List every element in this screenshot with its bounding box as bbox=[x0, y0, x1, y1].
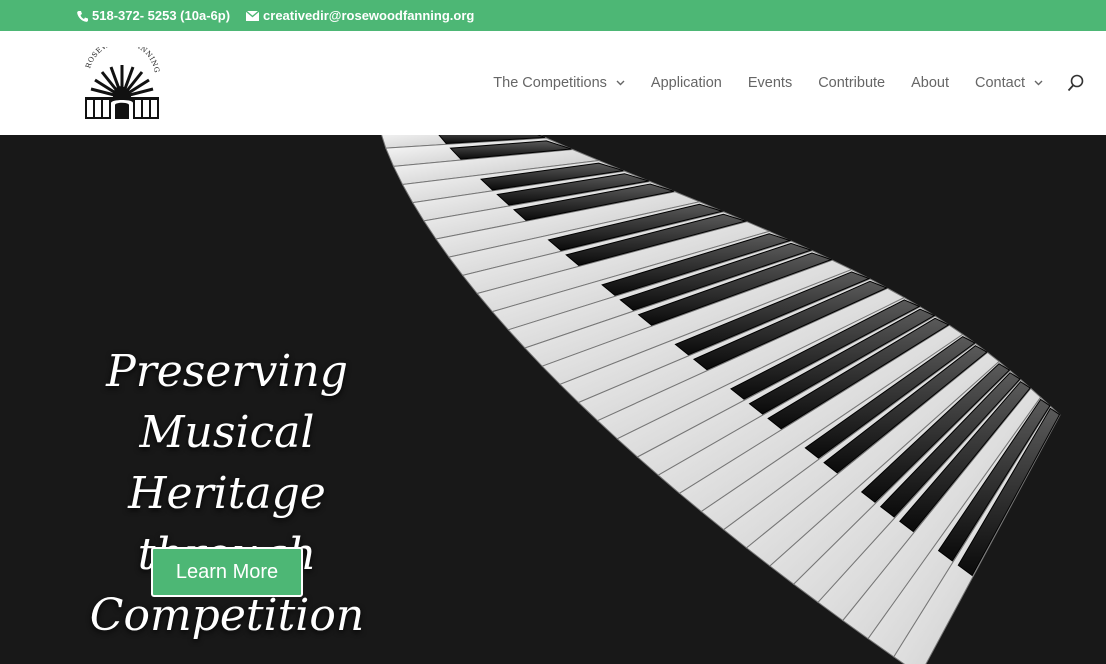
site-header: ROSEWOOD FANNING bbox=[0, 31, 1106, 135]
hero-title-line: Preserving Musical bbox=[106, 346, 348, 458]
phone-contact[interactable]: 518-372- 5253 (10a-6p) bbox=[77, 8, 230, 23]
nav-events[interactable]: Events bbox=[748, 75, 792, 91]
nav-events-label: Events bbox=[747, 75, 793, 91]
search-icon bbox=[1067, 74, 1084, 92]
chevron-down-icon bbox=[616, 80, 625, 86]
nav-contact[interactable]: Contact bbox=[975, 75, 1043, 91]
email-contact[interactable]: creativedir@rosewoodfanning.org bbox=[246, 8, 474, 23]
nav-competitions-label: The Competitions bbox=[493, 75, 607, 91]
hero-title-line: Heritage bbox=[128, 468, 326, 519]
nav-contribute[interactable]: Contribute bbox=[818, 75, 885, 91]
chevron-down-icon bbox=[1034, 80, 1043, 86]
site-logo[interactable]: ROSEWOOD FANNING bbox=[83, 38, 161, 123]
phone-icon bbox=[77, 10, 88, 22]
nav-about-label: About bbox=[911, 75, 950, 91]
search-button[interactable] bbox=[1067, 74, 1084, 92]
hero-section: Preserving Musical Heritage through Comp… bbox=[0, 135, 1106, 664]
main-nav: The Competitions Application Events Cont… bbox=[493, 31, 1084, 135]
email-text: creativedir@rosewoodfanning.org bbox=[263, 8, 475, 23]
top-bar: 518-372- 5253 (10a-6p) creativedir@rosew… bbox=[0, 0, 1106, 31]
nav-competitions[interactable]: The Competitions bbox=[493, 75, 625, 91]
nav-application[interactable]: Application bbox=[651, 75, 722, 91]
learn-more-button[interactable]: Learn More bbox=[151, 547, 303, 597]
nav-contact-label: Contact bbox=[975, 75, 1025, 91]
nav-application-label: Application bbox=[650, 75, 722, 91]
nav-about[interactable]: About bbox=[911, 75, 949, 91]
phone-text: 518-372- 5253 (10a-6p) bbox=[92, 8, 231, 23]
nav-contribute-label: Contribute bbox=[818, 75, 886, 91]
envelope-icon bbox=[246, 10, 260, 21]
hero-title: Preserving Musical Heritage through Comp… bbox=[20, 341, 434, 646]
